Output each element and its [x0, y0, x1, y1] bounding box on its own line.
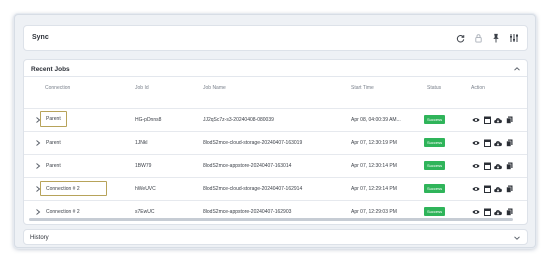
start-time-cell: Apr 07, 12:30:19 PM	[351, 140, 397, 146]
recent-jobs-header[interactable]: Recent Jobs	[24, 60, 527, 77]
job-id-cell: s7EwUC	[135, 209, 155, 215]
table-row[interactable]: Connection # 2 hWeUVC 8lodS2mce-cloud-st…	[24, 177, 527, 200]
job-id-cell: 1BW79	[135, 163, 152, 169]
start-time-cell: Apr 07, 12:29:14 PM	[351, 186, 397, 192]
cloud-download-icon[interactable]	[494, 185, 502, 193]
app-frame: Sync Recent Jobs Connection Job Id Job N…	[14, 14, 536, 248]
job-name-cell: 8lodS2mce-cloud-storage-20240407-163019	[203, 140, 303, 146]
copy-icon[interactable]	[505, 139, 513, 147]
job-name-cell: 8lodS2mce-appstore-20240407-163014	[203, 163, 292, 169]
status-badge: Success	[424, 115, 446, 124]
view-icon[interactable]	[472, 139, 480, 147]
view-icon[interactable]	[472, 116, 480, 124]
connection-cell: Parent	[46, 140, 61, 146]
chevron-right-icon[interactable]	[35, 162, 41, 170]
chevron-right-icon[interactable]	[35, 139, 41, 147]
status-badge: Success	[424, 207, 446, 216]
horizontal-scrollbar[interactable]	[29, 218, 513, 221]
recent-jobs-panel: Recent Jobs Connection Job Id Job Name S…	[23, 59, 528, 225]
table-row[interactable]: Parent 1JNkl 8lodS2mce-cloud-storage-202…	[24, 131, 527, 154]
status-badge: Success	[424, 184, 446, 193]
job-id-cell: HG-pDnns8	[135, 117, 162, 123]
connection-cell: Connection # 2	[40, 181, 107, 196]
copy-icon[interactable]	[505, 162, 513, 170]
chevron-right-icon[interactable]	[35, 208, 41, 216]
row-actions	[472, 116, 513, 124]
view-icon[interactable]	[472, 185, 480, 193]
cloud-download-icon[interactable]	[494, 162, 502, 170]
job-name-cell: 8lodS2mce-cloud-storage-20240407-162914	[203, 186, 303, 192]
status-badge: Success	[424, 161, 446, 170]
pin-icon[interactable]	[491, 32, 501, 44]
row-actions	[472, 185, 513, 193]
connection-cell: Connection # 2	[46, 209, 80, 215]
history-panel[interactable]: History	[23, 229, 528, 245]
lock-icon[interactable]	[473, 32, 483, 44]
row-actions	[472, 162, 513, 170]
col-job-name: Job Name	[203, 85, 226, 91]
cloud-download-icon[interactable]	[494, 208, 502, 216]
col-action: Action	[471, 85, 485, 91]
job-name-cell: JJ2qSc7z-s3-20240408-080039	[203, 117, 274, 123]
start-time-cell: Apr 08, 04:00:39 AM...	[351, 117, 401, 123]
calendar-icon[interactable]	[483, 139, 491, 147]
col-job-id: Job Id	[135, 85, 149, 91]
history-title: History	[30, 235, 49, 241]
start-time-cell: Apr 07, 12:29:03 PM	[351, 209, 397, 215]
cloud-download-icon[interactable]	[494, 139, 502, 147]
table-row[interactable]: Parent HG-pDnns8 JJ2qSc7z-s3-20240408-08…	[24, 108, 527, 131]
row-actions	[472, 139, 513, 147]
job-id-cell: 1JNkl	[135, 140, 148, 146]
col-start-time: Start Time	[351, 85, 374, 91]
connection-cell: Parent	[46, 163, 61, 169]
job-name-cell: 8lodS2mce-appstore-20240407-162903	[203, 209, 292, 215]
calendar-icon[interactable]	[483, 185, 491, 193]
recent-jobs-title: Recent Jobs	[31, 66, 70, 73]
cloud-download-icon[interactable]	[494, 116, 502, 124]
calendar-icon[interactable]	[483, 162, 491, 170]
view-icon[interactable]	[472, 208, 480, 216]
status-badge: Success	[424, 138, 446, 147]
chevron-down-icon[interactable]	[513, 234, 521, 242]
sync-toolbar	[455, 32, 519, 44]
calendar-icon[interactable]	[483, 116, 491, 124]
start-time-cell: Apr 07, 12:30:14 PM	[351, 163, 397, 169]
copy-icon[interactable]	[505, 116, 513, 124]
view-icon[interactable]	[472, 162, 480, 170]
copy-icon[interactable]	[505, 185, 513, 193]
table-row[interactable]: Parent 1BW79 8lodS2mce-appstore-20240407…	[24, 154, 527, 177]
filter-settings-icon[interactable]	[509, 32, 519, 44]
col-connection: Connection	[45, 85, 71, 91]
refresh-icon[interactable]	[455, 32, 465, 44]
row-actions	[472, 208, 513, 216]
sync-title: Sync	[32, 34, 49, 41]
copy-icon[interactable]	[505, 208, 513, 216]
job-id-cell: hWeUVC	[135, 186, 156, 192]
connection-cell: Parent	[40, 111, 67, 127]
calendar-icon[interactable]	[483, 208, 491, 216]
chevron-up-icon[interactable]	[513, 65, 521, 73]
sync-panel: Sync	[23, 25, 528, 51]
col-status: Status	[427, 85, 442, 91]
